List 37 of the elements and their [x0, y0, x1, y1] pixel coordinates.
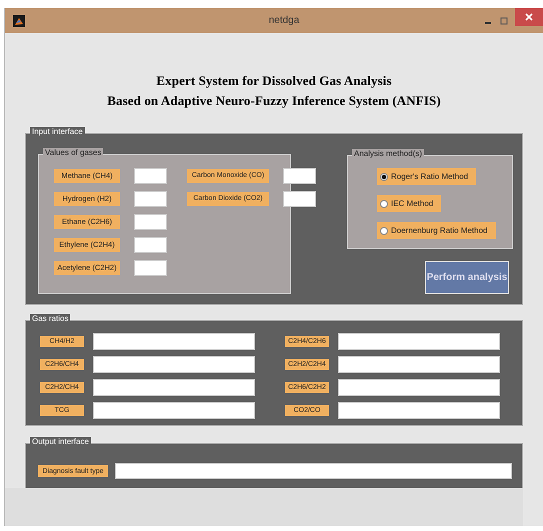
gas-value-field[interactable] — [134, 260, 167, 276]
app-icon — [13, 14, 25, 26]
method-label: Roger's Ratio Method — [391, 172, 468, 181]
panel-title: Input interface — [30, 127, 85, 136]
panel-title: Values of gases — [43, 148, 104, 157]
ratio-value-field[interactable] — [338, 356, 500, 373]
window-title: netdga — [268, 15, 300, 26]
method-radio[interactable]: IEC Method — [377, 195, 442, 212]
ratio-value-field[interactable] — [338, 402, 500, 419]
ratio-value-field[interactable] — [93, 379, 255, 396]
panel-title: Analysis method(s) — [352, 149, 424, 158]
radio-dot[interactable] — [380, 200, 388, 208]
ratio-value-field[interactable] — [93, 356, 255, 373]
gas-value-field[interactable] — [134, 236, 167, 252]
panel-title: Output interface — [30, 437, 91, 446]
gas-value-field[interactable] — [134, 168, 167, 184]
close-icon — [524, 12, 534, 22]
panel-title: Gas ratios — [30, 314, 70, 323]
method-radio[interactable]: Doernenburg Ratio Method — [377, 222, 496, 239]
gas-value-field[interactable] — [134, 214, 167, 230]
method-label: IEC Method — [391, 199, 434, 208]
method-radio[interactable]: Roger's Ratio Method — [377, 168, 476, 185]
diagnosis-field[interactable] — [115, 463, 512, 479]
ratio-value-field[interactable] — [338, 333, 500, 350]
ratio-value-field[interactable] — [93, 333, 255, 350]
radio-dot[interactable] — [380, 172, 388, 180]
gas-value-field[interactable] — [283, 190, 316, 206]
method-label: Doernenburg Ratio Method — [391, 226, 488, 235]
radio-dot[interactable] — [380, 226, 388, 234]
maximize-icon[interactable] — [499, 16, 509, 26]
ratio-value-field[interactable] — [93, 402, 255, 419]
close-button[interactable] — [515, 8, 543, 26]
gas-value-field[interactable] — [283, 168, 316, 184]
gas-value-field[interactable] — [134, 190, 167, 206]
heading-text: Based on Adaptive Neuro-Fuzzy Inference System (ANFIS) — [107, 93, 441, 109]
heading-text: Expert System for Dissolved Gas Analysis — [156, 73, 392, 89]
ratio-value-field[interactable] — [338, 379, 500, 396]
